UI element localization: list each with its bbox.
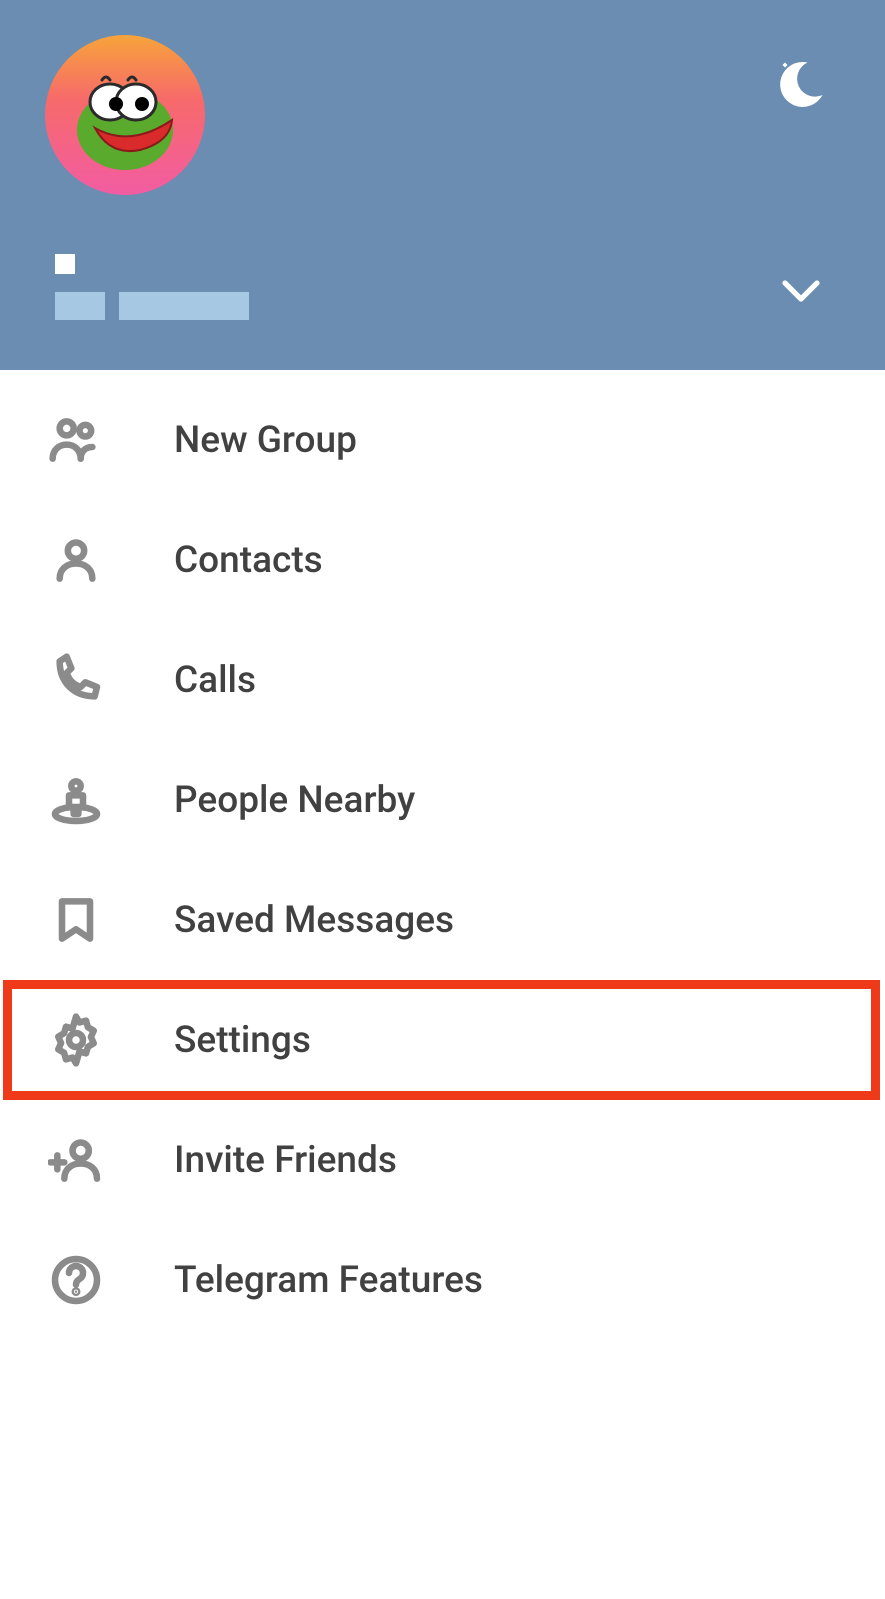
menu-label: Calls (174, 659, 256, 702)
menu-saved-messages[interactable]: Saved Messages (0, 860, 885, 980)
people-nearby-icon (48, 772, 104, 828)
menu-label: Telegram Features (174, 1259, 483, 1302)
invite-icon (48, 1132, 104, 1188)
menu-label: Contacts (174, 539, 323, 582)
drawer-header (0, 0, 885, 370)
gear-icon (48, 1012, 104, 1068)
account-phone-redacted (55, 292, 249, 320)
menu-label: People Nearby (174, 779, 415, 822)
expand-accounts-button[interactable] (777, 267, 825, 315)
menu-people-nearby[interactable]: People Nearby (0, 740, 885, 860)
menu-invite-friends[interactable]: Invite Friends (0, 1100, 885, 1220)
avatar-frog-icon (70, 70, 185, 175)
menu-label: Settings (174, 1019, 311, 1062)
dark-mode-toggle[interactable] (770, 55, 830, 115)
contact-icon (48, 532, 104, 588)
drawer-menu: New Group Contacts Calls People Nearby S… (0, 370, 885, 1340)
chevron-down-icon (777, 267, 825, 315)
menu-label: Saved Messages (174, 899, 454, 942)
bookmark-icon (48, 892, 104, 948)
menu-telegram-features[interactable]: Telegram Features (0, 1220, 885, 1340)
moon-icon (770, 55, 830, 115)
group-icon (48, 412, 104, 468)
avatar[interactable] (45, 35, 205, 195)
menu-calls[interactable]: Calls (0, 620, 885, 740)
menu-label: Invite Friends (174, 1139, 397, 1182)
account-name-redacted (55, 254, 249, 274)
menu-contacts[interactable]: Contacts (0, 500, 885, 620)
menu-settings[interactable]: Settings (3, 980, 880, 1100)
account-info (55, 254, 249, 320)
help-icon (48, 1252, 104, 1308)
phone-icon (48, 652, 104, 708)
menu-new-group[interactable]: New Group (0, 380, 885, 500)
menu-label: New Group (174, 419, 357, 462)
